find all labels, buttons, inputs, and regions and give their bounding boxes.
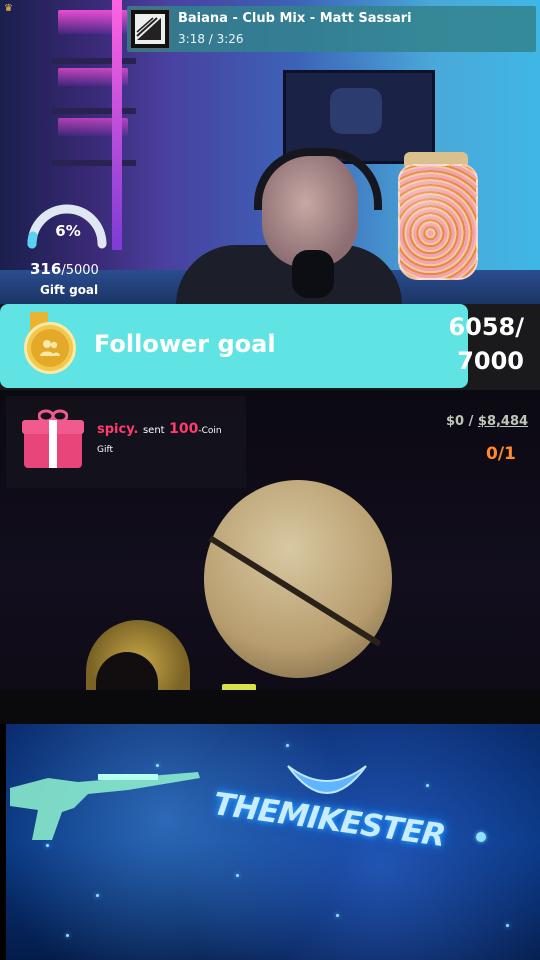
hud-ammo: 0/1 bbox=[486, 444, 516, 464]
gift-type-text: Gift bbox=[97, 445, 114, 455]
star bbox=[236, 874, 239, 877]
gift-alert-message: spicy. sent 100-Coin bbox=[97, 421, 222, 437]
rifle-icon bbox=[10, 772, 200, 840]
gift-goal-current: 316 bbox=[30, 260, 62, 278]
album-art bbox=[130, 9, 170, 49]
shelf bbox=[52, 108, 136, 114]
star bbox=[66, 934, 69, 937]
candy-jar bbox=[398, 164, 478, 280]
follower-goal-count: 6058/ 7000 bbox=[428, 310, 524, 378]
gift-amount: 100 bbox=[169, 421, 199, 437]
gift-goal-count: 316/5000 bbox=[30, 260, 99, 278]
star bbox=[336, 914, 339, 917]
track-time: 3:18 / 3:26 bbox=[178, 32, 244, 46]
follower-goal-target: 7000 bbox=[457, 347, 524, 375]
money-total: $8,484 bbox=[477, 414, 529, 429]
crown-icon: ♛ bbox=[4, 3, 13, 14]
star bbox=[506, 924, 509, 927]
track-title: Baiana - Club Mix - Matt Sassari bbox=[178, 11, 412, 26]
moon-sphere bbox=[204, 480, 392, 678]
gift-goal-target: /5000 bbox=[61, 263, 99, 278]
shelf bbox=[52, 58, 136, 64]
tv-logo bbox=[330, 88, 382, 134]
star bbox=[426, 784, 429, 787]
star bbox=[96, 894, 99, 897]
divider-strip bbox=[0, 690, 540, 724]
gauge-progress bbox=[27, 231, 38, 249]
money-current: $0 bbox=[446, 414, 465, 429]
album-art-icon bbox=[135, 14, 165, 44]
users-icon bbox=[40, 340, 60, 356]
microphone bbox=[292, 250, 334, 298]
star bbox=[476, 832, 486, 842]
star bbox=[286, 744, 289, 747]
gift-ribbon bbox=[49, 420, 57, 468]
gift-sent-text: sent bbox=[142, 425, 165, 436]
shelf bbox=[52, 160, 136, 166]
follower-goal-current: 6058/ bbox=[448, 313, 524, 341]
gift-sender: spicy. bbox=[97, 422, 139, 437]
hud-money: $0 / $8,484 bbox=[446, 414, 528, 429]
money-separator: / bbox=[468, 414, 474, 429]
neon-strip bbox=[112, 0, 122, 250]
gift-coin-text: -Coin bbox=[198, 426, 222, 436]
follower-goal-label: Follower goal bbox=[94, 330, 276, 358]
gift-goal-gauge bbox=[27, 204, 107, 249]
gift-goal-label: Gift goal bbox=[40, 283, 99, 297]
gift-goal-percent: 6% bbox=[55, 222, 81, 240]
